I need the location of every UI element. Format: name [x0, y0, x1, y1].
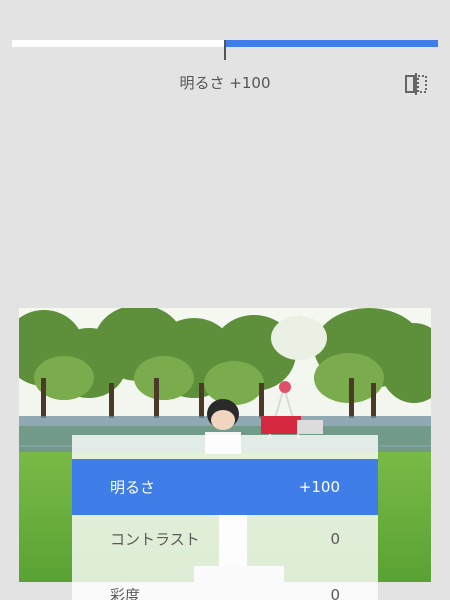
adjustment-readout: 明るさ +100	[179, 74, 271, 92]
menu-item-label: 明るさ	[110, 478, 156, 497]
menu-item-saturation[interactable]: 彩度 0	[72, 567, 378, 600]
compare-icon	[405, 73, 427, 95]
compare-button[interactable]	[403, 72, 429, 96]
menu-item-value: 0	[330, 586, 340, 600]
slider-center-marker	[224, 40, 226, 60]
slider-fill	[225, 40, 438, 47]
menu-item-brightness[interactable]: 明るさ +100	[72, 459, 378, 515]
menu-item-contrast[interactable]: コントラスト 0	[72, 511, 378, 567]
photo-editor-screen: 明るさ +100 明るさ +100 コントラスト 0 彩度 0	[0, 0, 450, 600]
menu-item-value: 0	[330, 530, 340, 548]
brightness-slider[interactable]	[12, 40, 438, 60]
menu-item-label: コントラスト	[110, 530, 200, 549]
menu-item-value: +100	[298, 478, 340, 496]
adjustment-menu: 明るさ +100 コントラスト 0 彩度 0	[72, 435, 378, 600]
menu-item-label: 彩度	[110, 586, 141, 600]
